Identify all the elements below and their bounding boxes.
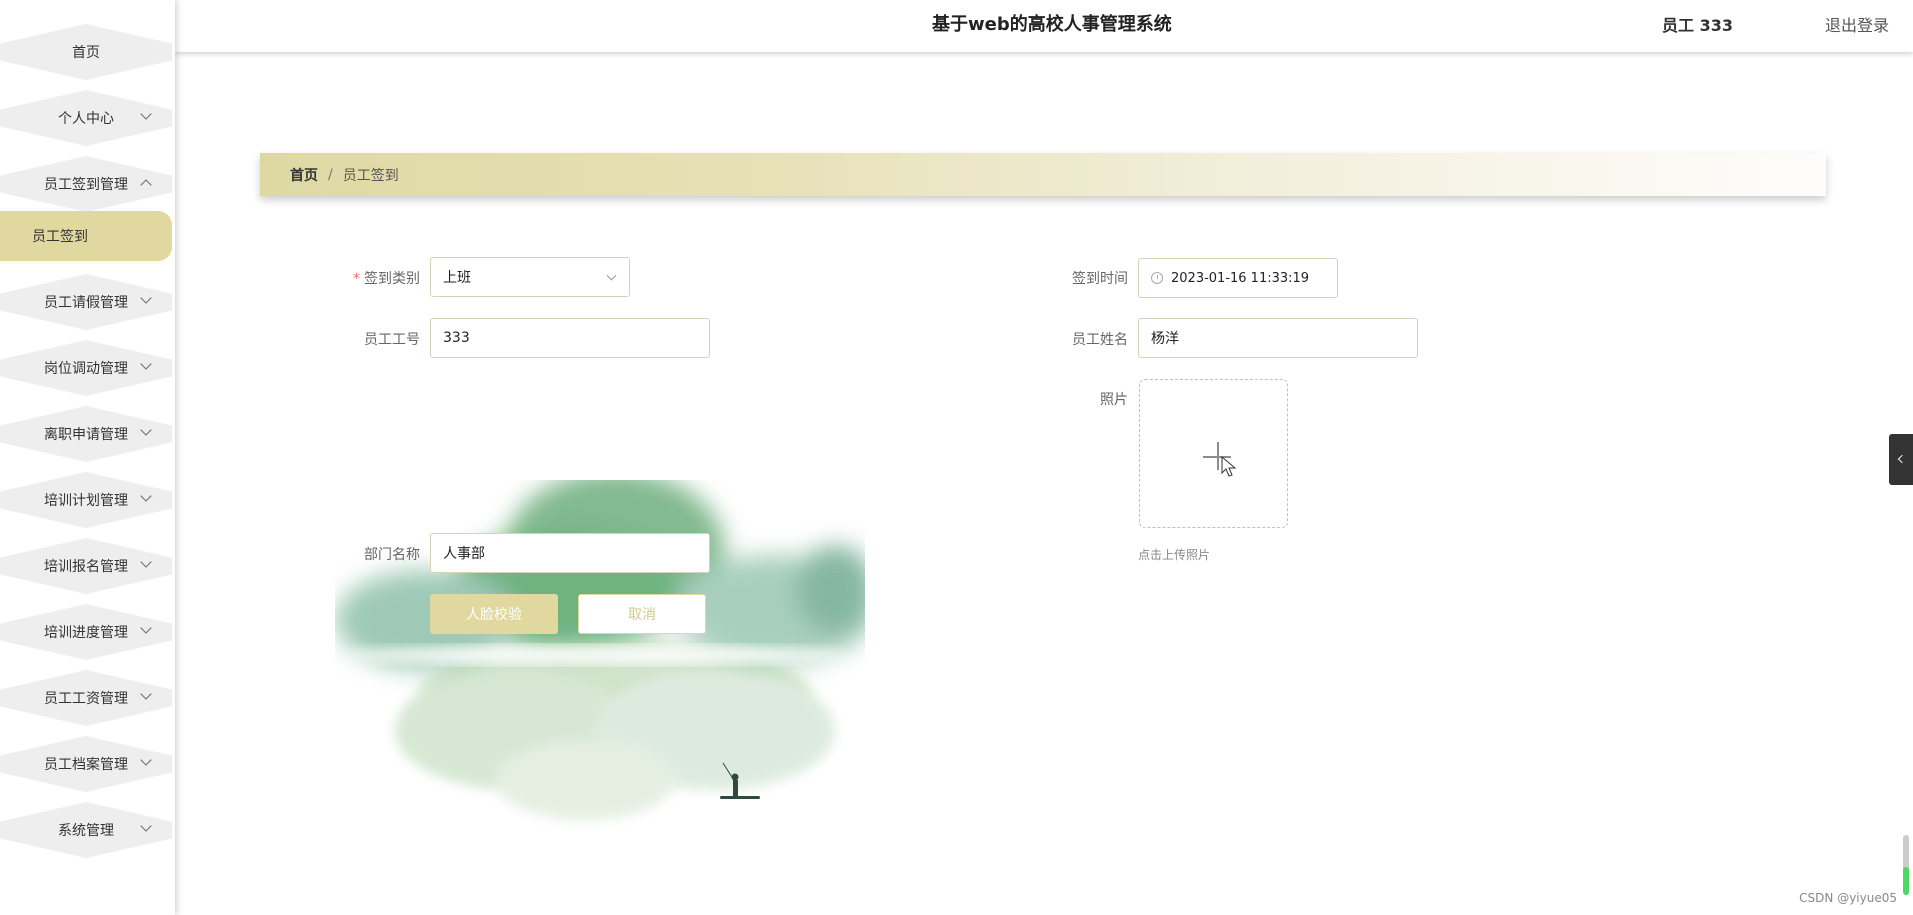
breadcrumb-current: 员工签到 (342, 167, 399, 184)
mouse-cursor-icon (1221, 456, 1237, 477)
employee-no-label: 员工工号 (364, 332, 420, 348)
department-value: 人事部 (443, 546, 485, 562)
employee-name-input[interactable]: 杨洋 (1138, 318, 1418, 358)
side-panel-toggle[interactable] (1889, 434, 1913, 485)
department-input[interactable]: 人事部 (430, 533, 710, 573)
plus-icon-vertical (1217, 442, 1219, 470)
menu-item-home[interactable]: 首页 (0, 24, 172, 80)
menu-item-system-management[interactable]: 系统管理 (0, 802, 172, 858)
chevron-down-icon (606, 270, 617, 281)
breadcrumb-home[interactable]: 首页 (290, 165, 318, 185)
sign-time-label: 签到时间 (1072, 271, 1128, 287)
breadcrumb: 首页 / 员工签到 (260, 153, 1826, 196)
sign-type-label: * 签到类别 (300, 268, 420, 288)
cancel-button[interactable]: 取消 (578, 594, 706, 634)
scroll-indicator-fill (1903, 867, 1909, 895)
menu-item-resignation-management[interactable]: 离职申请管理 (0, 406, 172, 462)
menu-item-label: 岗位调动管理 (44, 361, 128, 377)
employee-no-input[interactable]: 333 (430, 318, 710, 358)
menu-item-training-progress[interactable]: 培训进度管理 (0, 604, 172, 660)
sign-time-value: 2023-01-16 11:33:19 (1171, 270, 1310, 286)
menu-item-transfer-management[interactable]: 岗位调动管理 (0, 340, 172, 396)
department-label: 部门名称 (364, 547, 420, 563)
clock-icon (1151, 272, 1163, 284)
menu-item-leave-management[interactable]: 员工请假管理 (0, 274, 172, 330)
menu-item-label: 员工档案管理 (44, 757, 128, 773)
menu-item-label: 培训计划管理 (44, 493, 128, 509)
sign-type-label-text: 签到类别 (364, 271, 420, 287)
menu-item-label: 培训报名管理 (44, 559, 128, 575)
employee-name-label: 员工姓名 (1072, 332, 1128, 348)
menu-item-label: 系统管理 (58, 823, 114, 839)
scroll-indicator (1903, 835, 1909, 895)
employee-name-value: 杨洋 (1151, 331, 1179, 347)
menu-item-label: 个人中心 (58, 111, 114, 127)
menu-item-label: 员工请假管理 (44, 295, 128, 311)
top-header: 基于web的高校人事管理系统 员工 333 退出登录 (175, 0, 1913, 52)
menu-item-personal-center[interactable]: 个人中心 (0, 90, 172, 146)
menu-item-archive-management[interactable]: 员工档案管理 (0, 736, 172, 792)
photo-label: 照片 (1100, 392, 1128, 408)
photo-uploader[interactable] (1139, 379, 1288, 528)
employee-no-value: 333 (443, 330, 470, 346)
menu-item-label: 首页 (72, 45, 100, 61)
submenu-item-employee-sign[interactable]: 员工签到 (0, 211, 172, 261)
menu-item-training-plan[interactable]: 培训计划管理 (0, 472, 172, 528)
menu-item-label: 员工签到管理 (44, 177, 128, 193)
menu-item-salary-management[interactable]: 员工工资管理 (0, 670, 172, 726)
menu-item-label: 培训进度管理 (44, 625, 128, 641)
breadcrumb-separator: / (328, 166, 333, 183)
current-user: 员工 333 (1662, 16, 1733, 35)
menu-item-training-signup[interactable]: 培训报名管理 (0, 538, 172, 594)
sign-time-picker[interactable]: 2023-01-16 11:33:19 (1138, 258, 1338, 298)
upload-hint: 点击上传照片 (1138, 548, 1211, 562)
menu-item-sign-management[interactable]: 员工签到管理 (0, 156, 172, 212)
face-verify-button[interactable]: 人脸校验 (430, 594, 558, 634)
sign-type-select[interactable]: 上班 (430, 257, 630, 297)
app-title: 基于web的高校人事管理系统 (932, 14, 1172, 35)
menu-item-label: 员工工资管理 (44, 691, 128, 707)
menu-item-label: 离职申请管理 (44, 427, 128, 443)
sidebar: 首页 个人中心 员工签到管理 员工签到 员工请假管理 岗位调动管理 离职申请管理… (0, 0, 175, 915)
logout-link[interactable]: 退出登录 (1825, 12, 1889, 36)
sign-type-value: 上班 (443, 270, 471, 286)
watermark: CSDN @yiyue05 (1799, 891, 1897, 905)
required-asterisk: * (353, 271, 360, 287)
